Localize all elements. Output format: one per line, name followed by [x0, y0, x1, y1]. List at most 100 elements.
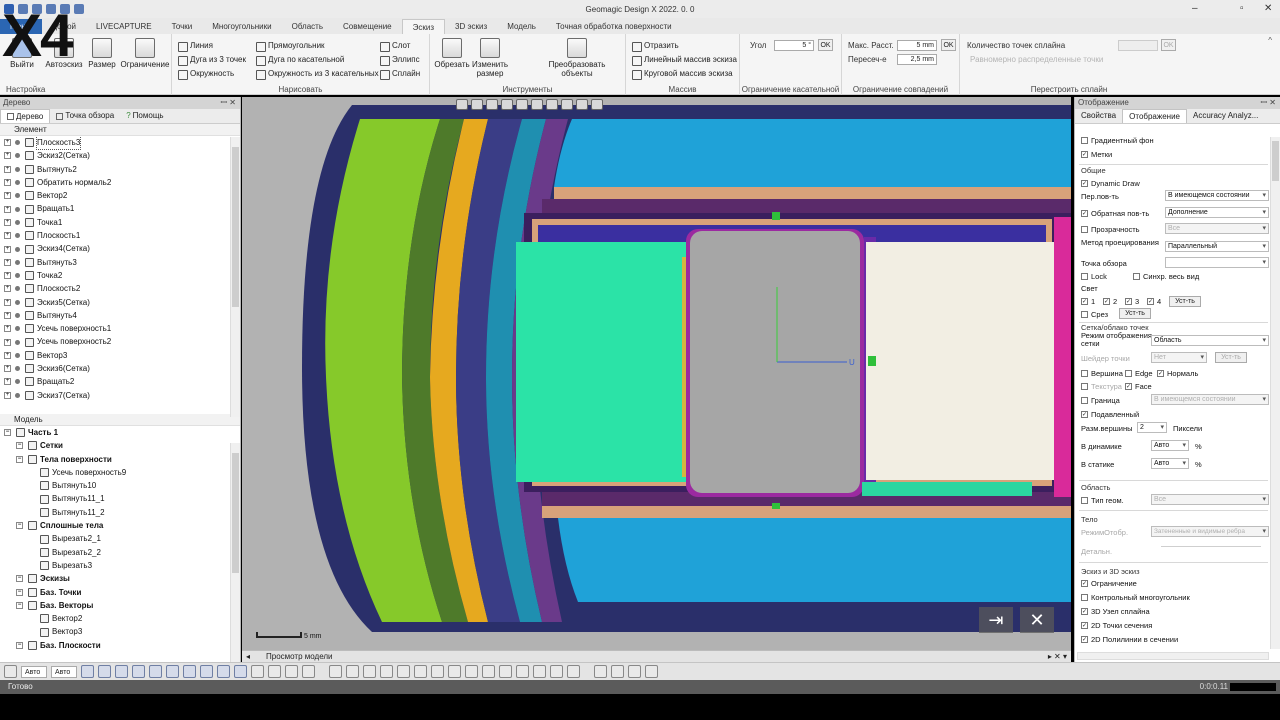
transparency-checkbox[interactable]: Прозрачность [1081, 225, 1140, 234]
align-icon[interactable] [611, 665, 624, 678]
visibility-icon[interactable] [15, 286, 20, 292]
light-set-button[interactable]: Уст-ть [1169, 296, 1201, 307]
expand-icon[interactable]: + [4, 179, 11, 187]
visibility-icon[interactable] [15, 259, 20, 265]
view-cube-icon[interactable] [471, 99, 483, 110]
render-mode-select[interactable]: Затененные и видимые ребра [1151, 526, 1269, 537]
zoom-fit-icon[interactable] [456, 99, 468, 110]
back-face-select[interactable]: Дополнение [1165, 207, 1269, 218]
slot-button[interactable]: Слот [380, 40, 410, 52]
model-view-tab[interactable]: Просмотр модели [260, 651, 339, 662]
model-tree-item[interactable]: Вырезать3 [0, 559, 240, 572]
even-points-checkbox[interactable]: Равномерно распределенные точки [970, 55, 1103, 64]
expand-icon[interactable]: − [16, 575, 23, 583]
resize-button[interactable]: Изменить размер [470, 38, 510, 78]
visibility-icon[interactable] [15, 366, 20, 372]
select-region-icon[interactable] [115, 665, 128, 678]
model-tree-item[interactable]: − Баз. Векторы [0, 599, 240, 612]
split-view-icon[interactable] [561, 99, 573, 110]
expand-icon[interactable]: − [16, 588, 23, 596]
model-tree-item[interactable]: Усечь поверхность9 [0, 466, 240, 479]
model-tree-item[interactable]: − Сплошные тела [0, 519, 240, 532]
geom-type-checkbox[interactable]: Тип геом. [1081, 496, 1124, 505]
visibility-icon[interactable] [15, 246, 20, 252]
visibility-icon[interactable] [15, 313, 20, 318]
subtab-properties[interactable]: Свойства [1075, 109, 1122, 123]
labels-checkbox[interactable]: ✓ Метки [1081, 150, 1112, 159]
tab-scroll-left-icon[interactable]: ◂ [246, 651, 250, 662]
expand-icon[interactable]: + [4, 391, 11, 399]
sync-view-checkbox[interactable]: Синхр. весь вид [1133, 272, 1199, 281]
visibility-icon[interactable] [15, 153, 20, 159]
edge-checkbox[interactable]: Edge [1125, 369, 1153, 378]
model-viewport[interactable]: U 5 mm ⇥ ✕ [242, 97, 1071, 650]
select-point-icon[interactable] [217, 665, 230, 678]
linear-array-button[interactable]: Линейный массив эскиза [632, 54, 737, 66]
expand-icon[interactable]: + [4, 139, 11, 147]
light-1-checkbox[interactable]: ✓ 1 [1081, 297, 1095, 306]
subtab-help[interactable]: ? Помощь [120, 109, 169, 123]
light-3-checkbox[interactable]: ✓ 3 [1125, 297, 1139, 306]
visibility-icon[interactable] [15, 206, 20, 212]
visibility-icon[interactable] [15, 180, 20, 186]
visibility-icon[interactable] [15, 166, 20, 172]
spline-button[interactable]: Сплайн [380, 68, 420, 80]
model-tree-item[interactable]: Вектор3 [0, 625, 240, 638]
model-tree-item[interactable]: − Баз. Плоскости [0, 639, 240, 652]
filter-10-icon[interactable] [482, 665, 495, 678]
filter-2-icon[interactable] [346, 665, 359, 678]
vertex-checkbox[interactable]: Вершина [1081, 369, 1123, 378]
angle-input[interactable]: 5 ° [774, 40, 814, 51]
expand-icon[interactable]: + [4, 165, 11, 173]
select-curve-icon[interactable] [285, 665, 298, 678]
mirror-button[interactable]: Отразить [632, 40, 679, 52]
close-icon[interactable]: ✕ [1020, 607, 1054, 633]
filter-13-icon[interactable] [533, 665, 546, 678]
model-tree-item[interactable]: Вырезать2_1 [0, 532, 240, 545]
feature-tree-item[interactable]: + Плоскость1 [0, 229, 240, 242]
feature-tree-item[interactable]: + Эскиз5(Сетка) [0, 296, 240, 309]
filter-5-icon[interactable] [397, 665, 410, 678]
feature-tree-item[interactable]: + Эскиз2(Сетка) [0, 149, 240, 162]
filter-11-icon[interactable] [499, 665, 512, 678]
projection-select[interactable]: Параллельный [1165, 241, 1269, 252]
selection-mode-select[interactable]: Авто [21, 665, 47, 678]
expand-icon[interactable]: + [4, 338, 11, 346]
visibility-icon[interactable] [15, 273, 20, 279]
display-panel-hscrollbar[interactable] [1077, 652, 1269, 660]
expand-icon[interactable]: + [4, 232, 11, 240]
filter-1-icon[interactable] [329, 665, 342, 678]
expand-icon[interactable]: + [4, 285, 11, 293]
tangent-arc-button[interactable]: Дуга по касательной [256, 54, 344, 66]
spline-ok-button[interactable]: OK [1161, 39, 1176, 51]
tab-livecapture[interactable]: LIVECAPTURE [86, 19, 162, 34]
texture-checkbox[interactable]: Текстура [1081, 382, 1122, 391]
static-select[interactable]: Авто [1151, 458, 1189, 469]
boundary-select[interactable]: В имеющемся состоянии [1151, 394, 1269, 405]
feature-tree-item[interactable]: + Эскиз7(Сетка) [0, 389, 240, 402]
subtab-viewpoint[interactable]: Точка обзора [50, 109, 120, 123]
expand-icon[interactable]: − [16, 641, 23, 649]
intersect-input[interactable]: 2,5 mm [897, 54, 937, 65]
normal-to-icon[interactable] [576, 99, 588, 110]
feature-tree-item[interactable]: + Точка1 [0, 216, 240, 229]
front-view-icon[interactable] [501, 99, 513, 110]
exit-icon[interactable]: ⇥ [979, 607, 1013, 633]
selection-mode-select-2[interactable]: Авто [51, 665, 77, 678]
tab-polygons[interactable]: Многоугольники [202, 19, 281, 34]
gradient-bg-checkbox[interactable]: Градиентный фон [1081, 136, 1154, 145]
side-view-icon[interactable] [516, 99, 528, 110]
visibility-icon[interactable] [15, 233, 20, 239]
visibility-icon[interactable] [15, 352, 20, 358]
visibility-icon[interactable] [15, 392, 20, 398]
max-dist-input[interactable]: 5 mm [897, 40, 937, 51]
selection-mode-icon[interactable] [591, 99, 603, 110]
select-axis-icon[interactable] [268, 665, 281, 678]
filter-9-icon[interactable] [465, 665, 478, 678]
expand-icon[interactable]: − [16, 602, 23, 609]
arc-3pt-button[interactable]: Дуга из 3 точек [178, 54, 246, 66]
mesh-mode-select[interactable]: Область [1151, 335, 1269, 346]
feature-tree-item[interactable]: + Вытянуть4 [0, 309, 240, 322]
expand-icon[interactable]: − [4, 429, 11, 437]
model-tree-item[interactable]: Вырезать2_2 [0, 546, 240, 559]
